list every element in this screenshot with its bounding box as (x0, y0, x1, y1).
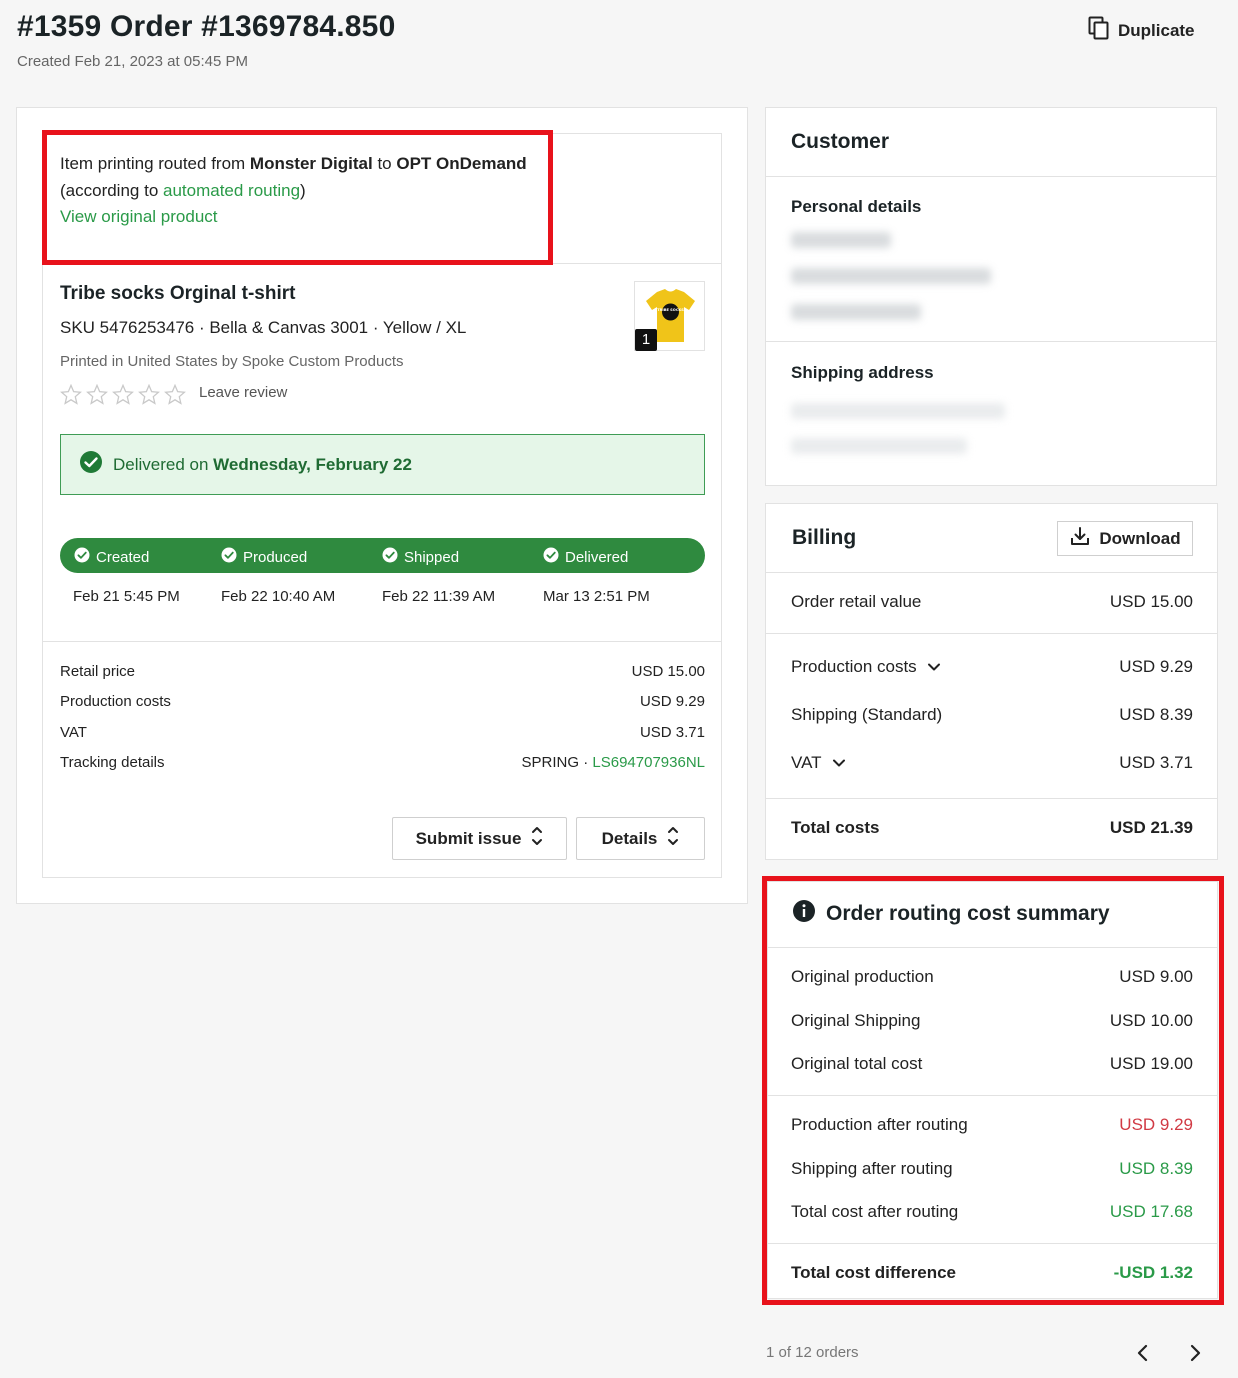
pricing-row-tracking: Tracking details SPRING · LS694707936NL (60, 754, 705, 771)
rating-stars[interactable] (60, 383, 186, 410)
divider (766, 633, 1217, 634)
product-title: Tribe socks Orginal t-shirt (60, 283, 296, 304)
divider (766, 572, 1217, 573)
progress-date-shipped: Feb 22 11:39 AM (382, 588, 496, 605)
progress-step-created: Created (74, 547, 149, 567)
chevron-down-icon[interactable] (832, 753, 846, 773)
shipping-address-heading: Shipping address (791, 363, 934, 382)
pagination-status: 1 of 12 orders (766, 1344, 859, 1361)
delivery-status-banner: Delivered on Wednesday, February 22 (60, 434, 705, 495)
routing-notice-highlight (42, 130, 553, 265)
copy-icon (1088, 16, 1110, 45)
submit-issue-button[interactable]: Submit issue (392, 817, 567, 860)
duplicate-button[interactable]: Duplicate (1088, 16, 1195, 45)
thumb-logo-text: TRIBE SOCKS (657, 308, 684, 312)
next-order-button[interactable] (1184, 1342, 1206, 1369)
download-button[interactable]: Download (1057, 521, 1193, 556)
chevron-right-icon (1184, 1344, 1206, 1368)
details-button[interactable]: Details (576, 817, 705, 860)
check-circle-icon (221, 547, 237, 567)
progress-step-produced: Produced (221, 547, 307, 567)
billing-row-vat: VAT USD 3.71 (791, 753, 1193, 773)
star-icon[interactable] (138, 383, 160, 410)
tracking-number-link[interactable]: LS694707936NL (592, 754, 705, 771)
divider (43, 641, 721, 642)
customer-panel (765, 107, 1217, 486)
leave-review-link[interactable]: Leave review (199, 384, 287, 401)
chevron-left-icon (1132, 1344, 1154, 1368)
redacted-email (791, 268, 991, 284)
pricing-row-production: Production costs USD 9.29 (60, 693, 705, 710)
star-icon[interactable] (60, 383, 82, 410)
product-sku: SKU 5476253476 · Bella & Canvas 3001 · Y… (60, 318, 467, 337)
billing-title: Billing (792, 526, 857, 549)
check-circle-icon (79, 450, 103, 479)
delivery-date: Wednesday, February 22 (213, 454, 412, 474)
progress-date-produced: Feb 22 10:40 AM (221, 588, 336, 605)
routing-summary-highlight (762, 876, 1224, 1305)
quantity-badge: 1 (635, 329, 657, 351)
previous-order-button[interactable] (1132, 1342, 1154, 1369)
check-circle-icon (543, 547, 559, 567)
star-icon[interactable] (86, 383, 108, 410)
billing-row-retail: Order retail value USD 15.00 (791, 592, 1193, 611)
chevron-up-down-icon (667, 825, 679, 852)
redacted-name (791, 232, 891, 248)
chevron-up-down-icon (531, 825, 543, 852)
order-created-date: Created Feb 21, 2023 at 05:45 PM (17, 53, 248, 70)
progress-date-created: Feb 21 5:45 PM (73, 588, 180, 605)
check-circle-icon (382, 547, 398, 567)
redacted-city-line (791, 438, 967, 454)
pricing-row-retail: Retail price USD 15.00 (60, 663, 705, 680)
customer-title: Customer (791, 130, 890, 153)
page-title: #1359 Order #1369784.850 (17, 10, 396, 43)
progress-date-delivered: Mar 13 2:51 PM (543, 588, 650, 605)
download-icon (1069, 525, 1091, 552)
divider (766, 341, 1216, 342)
star-icon[interactable] (164, 383, 186, 410)
redacted-phone (791, 304, 921, 320)
divider (766, 176, 1216, 177)
star-icon[interactable] (112, 383, 134, 410)
check-circle-icon (74, 547, 90, 567)
chevron-down-icon[interactable] (927, 657, 941, 677)
billing-row-shipping: Shipping (Standard) USD 8.39 (791, 705, 1193, 724)
duplicate-label: Duplicate (1118, 20, 1195, 40)
personal-details-heading: Personal details (791, 197, 922, 216)
progress-step-shipped: Shipped (382, 547, 459, 567)
divider (766, 798, 1217, 799)
billing-row-total: Total costs USD 21.39 (791, 818, 1193, 837)
pricing-row-vat: VAT USD 3.71 (60, 724, 705, 741)
billing-row-production: Production costs USD 9.29 (791, 657, 1193, 677)
redacted-address-line (791, 403, 1005, 419)
billing-panel (765, 503, 1218, 860)
divider (553, 263, 722, 264)
progress-step-delivered: Delivered (543, 547, 628, 567)
product-printed-by: Printed in United States by Spoke Custom… (60, 353, 404, 370)
